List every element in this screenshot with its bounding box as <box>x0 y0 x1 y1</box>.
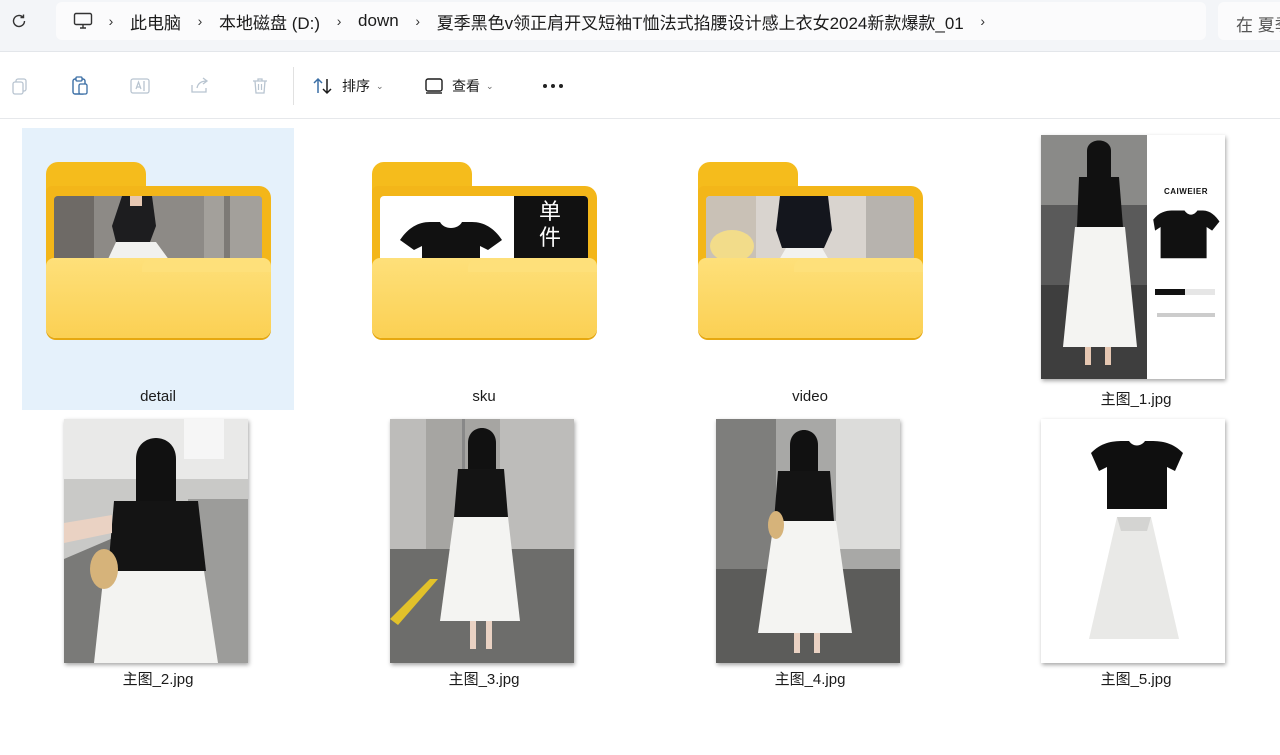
preview-text: 件 <box>538 226 561 251</box>
computer-icon[interactable] <box>72 10 94 32</box>
brand-text: CAIWEIER <box>1164 187 1208 196</box>
folder-icon: 单 件 <box>372 162 597 340</box>
chevron-right-icon[interactable]: › <box>966 13 1000 29</box>
chevron-down-icon: ⌄ <box>376 80 384 91</box>
folder-sku[interactable]: 单 件 sku <box>348 128 620 410</box>
copy-icon[interactable] <box>7 73 33 99</box>
breadcrumb-down[interactable]: down <box>356 11 401 31</box>
image-thumbnail <box>390 419 574 663</box>
command-bar: 排序 ⌄ 查看 ⌄ <box>0 53 1280 119</box>
search-input[interactable]: 在 夏季黑色v领正肩开叉短袖T恤法式掐腰设计感上衣女2024新款爆款_01 中搜… <box>1218 2 1280 40</box>
item-name: video <box>792 388 828 405</box>
sort-button[interactable]: 排序 ⌄ <box>312 73 384 99</box>
paste-icon[interactable] <box>67 73 93 99</box>
folder-detail[interactable]: detail <box>22 128 294 410</box>
image-file-2[interactable]: 主图_2.jpg <box>22 412 294 702</box>
item-name: sku <box>472 388 496 405</box>
chevron-down-icon: ⌄ <box>486 80 494 91</box>
item-name: 主图_1.jpg <box>1100 391 1172 408</box>
more-icon[interactable] <box>540 73 566 99</box>
folder-icon <box>46 162 271 340</box>
item-name: 主图_2.jpg <box>122 671 194 688</box>
chevron-right-icon[interactable]: › <box>322 13 356 29</box>
image-file-5[interactable]: 主图_5.jpg <box>1000 412 1272 702</box>
toolbar-divider <box>293 67 294 105</box>
breadcrumb-current-folder[interactable]: 夏季黑色v领正肩开叉短袖T恤法式掐腰设计感上衣女2024新款爆款_01 <box>435 9 966 34</box>
image-thumbnail <box>1041 419 1225 663</box>
image-file-4[interactable]: 主图_4.jpg <box>674 412 946 702</box>
sort-icon <box>313 77 332 95</box>
view-button[interactable]: 查看 ⌄ <box>424 73 494 99</box>
image-thumbnail <box>716 419 900 663</box>
chevron-right-icon[interactable]: › <box>183 13 217 29</box>
image-thumbnail: CAIWEIER <box>1041 135 1225 379</box>
view-label: 查看 <box>452 78 480 94</box>
folder-icon <box>698 162 923 340</box>
folder-video[interactable]: video <box>674 128 946 410</box>
view-icon <box>425 78 443 94</box>
address-bar-row: › 此电脑 › 本地磁盘 (D:) › down › 夏季黑色v领正肩开叉短袖T… <box>0 0 1280 52</box>
delete-icon[interactable] <box>247 73 273 99</box>
chevron-right-icon[interactable]: › <box>401 13 435 29</box>
image-file-3[interactable]: 主图_3.jpg <box>348 412 620 702</box>
item-name: 主图_4.jpg <box>774 671 846 688</box>
item-name: detail <box>140 388 176 405</box>
preview-text: 单 <box>538 200 561 225</box>
item-name: 主图_5.jpg <box>1100 671 1172 688</box>
share-icon[interactable] <box>187 73 213 99</box>
file-list: detail 单 件 sku video CAIWEIER 主图_1.jpg 主… <box>0 120 1280 755</box>
breadcrumb-drive-d[interactable]: 本地磁盘 (D:) <box>217 9 322 34</box>
item-name: 主图_3.jpg <box>448 671 520 688</box>
chevron-right-icon[interactable]: › <box>94 13 128 29</box>
breadcrumb-this-pc[interactable]: 此电脑 <box>128 9 183 34</box>
image-file-1[interactable]: CAIWEIER 主图_1.jpg <box>1000 128 1272 410</box>
address-bar[interactable]: › 此电脑 › 本地磁盘 (D:) › down › 夏季黑色v领正肩开叉短袖T… <box>56 2 1206 40</box>
rename-icon[interactable] <box>127 73 153 99</box>
image-thumbnail <box>64 419 248 663</box>
sort-label: 排序 <box>342 78 370 94</box>
refresh-icon[interactable] <box>6 8 32 34</box>
